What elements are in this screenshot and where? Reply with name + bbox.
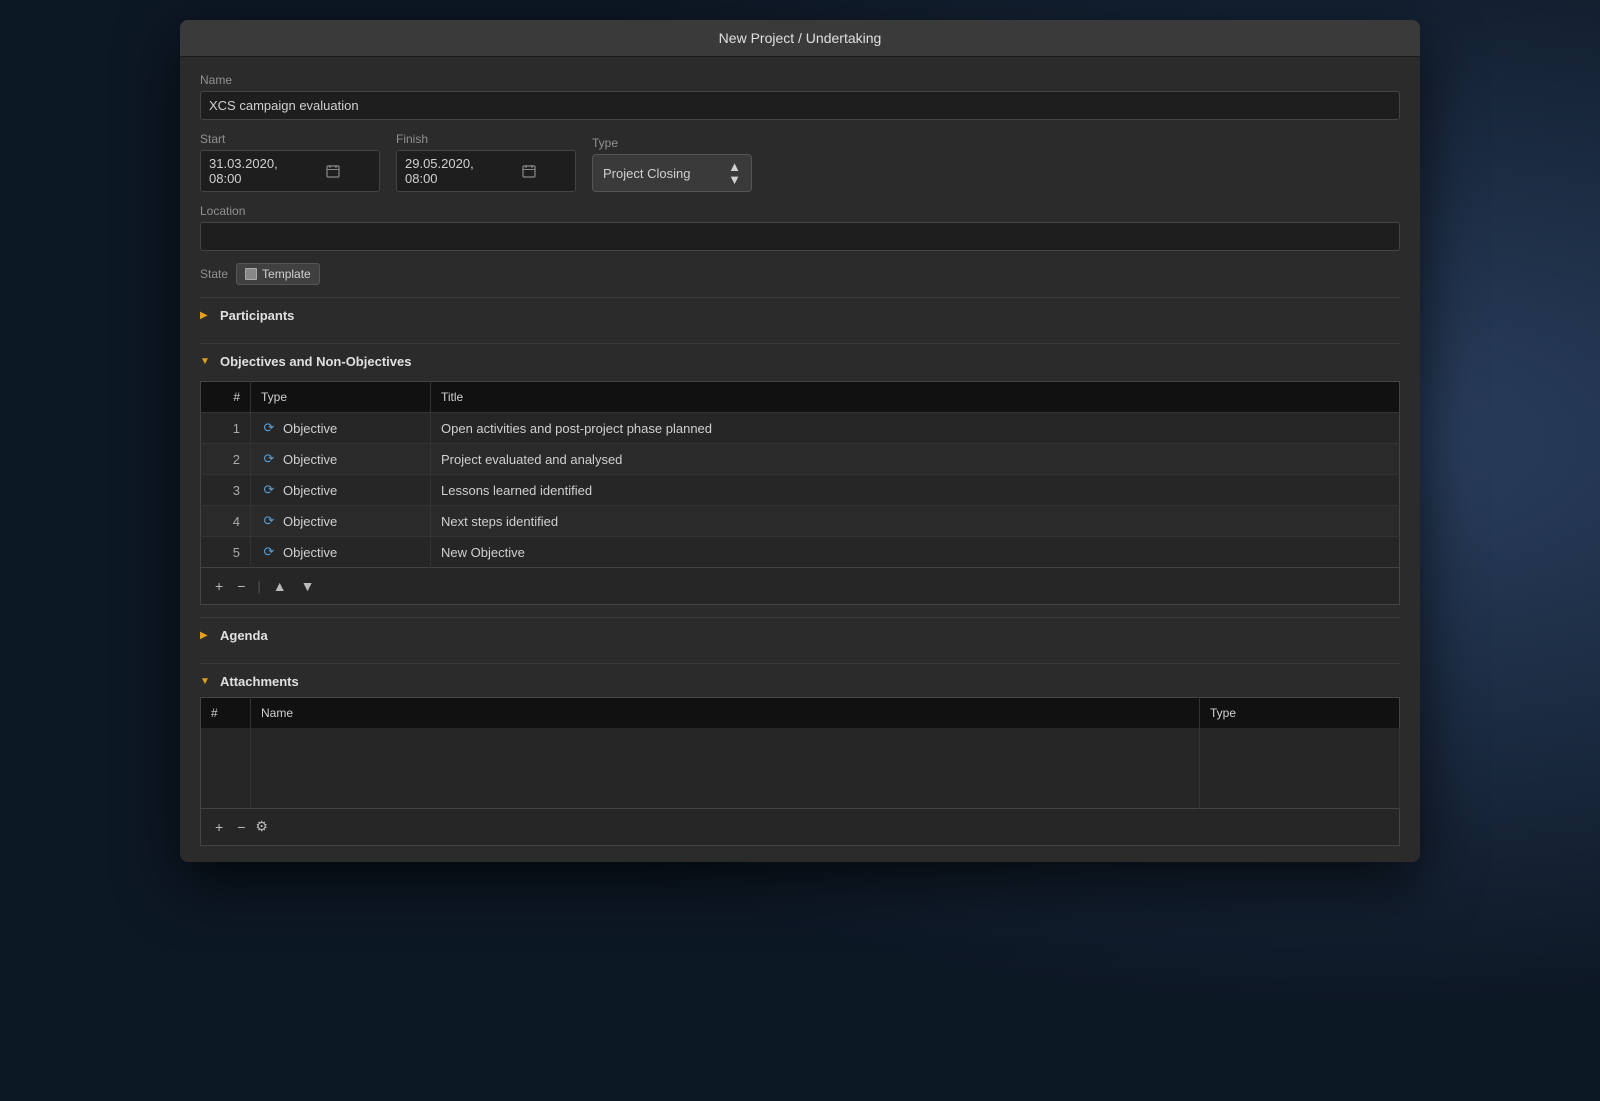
name-field-group: Name [200,73,1400,120]
objective-type: Objective [283,421,337,436]
objectives-toolbar-divider: | [257,579,260,594]
location-field-group: Location [200,204,1400,251]
finish-date-input[interactable]: 29.05.2020, 08:00 [396,150,576,192]
start-label: Start [200,132,380,146]
objectives-table: # Type Title 1 ⟳ Objective Open activiti… [200,381,1400,568]
objective-icon: ⟳ [261,544,277,560]
participants-arrow-icon: ▶ [200,310,212,321]
finish-calendar-icon[interactable] [490,163,567,179]
objective-type: Objective [283,514,337,529]
obj-col-type: Type [251,382,431,413]
attachments-section-header[interactable]: ▼ Attachments [200,663,1400,697]
finish-date-value: 29.05.2020, 08:00 [405,156,482,186]
main-window: New Project / Undertaking Name Start 31.… [180,20,1420,862]
obj-col-num: # [201,382,251,413]
table-row[interactable]: 4 ⟳ Objective Next steps identified [201,506,1400,537]
objective-icon: ⟳ [261,451,277,467]
start-field-group: Start 31.03.2020, 08:00 [200,132,380,192]
state-row: State Template [200,263,1400,285]
finish-field-group: Finish 29.05.2020, 08:00 [396,132,576,192]
table-row[interactable]: 5 ⟳ Objective New Objective [201,537,1400,568]
start-date-value: 31.03.2020, 08:00 [209,156,286,186]
participants-section-title: Participants [220,308,294,323]
objectives-arrow-icon: ▼ [200,356,212,367]
participants-section-header[interactable]: ▶ Participants [200,297,1400,331]
table-row [201,768,1400,808]
att-col-num: # [201,698,251,729]
obj-col-title: Title [431,382,1400,413]
state-icon [245,268,257,280]
objective-type: Objective [283,452,337,467]
objective-icon: ⟳ [261,513,277,529]
type-label: Type [592,136,752,150]
type-chevron-icon: ▲ ▼ [728,160,741,186]
name-label: Name [200,73,1400,87]
objective-type: Objective [283,545,337,560]
name-input[interactable] [200,91,1400,120]
window-title: New Project / Undertaking [719,30,882,46]
objectives-section-header[interactable]: ▼ Objectives and Non-Objectives [200,343,1400,377]
objectives-add-button[interactable]: + [211,576,227,596]
objectives-move-down-button[interactable]: ▼ [297,576,319,596]
location-input[interactable] [200,222,1400,251]
start-calendar-icon[interactable] [294,163,371,179]
attachments-settings-icon[interactable]: ⚙ [255,818,268,835]
attachments-arrow-icon: ▼ [200,676,212,687]
agenda-section-title: Agenda [220,628,268,643]
objectives-move-up-button[interactable]: ▲ [269,576,291,596]
objectives-section-title: Objectives and Non-Objectives [220,354,411,369]
att-col-type: Type [1200,698,1400,729]
objective-title: Next steps identified [431,506,1400,537]
attachments-toolbar: + − ⚙ [200,809,1400,846]
objectives-toolbar: + − | ▲ ▼ [200,568,1400,605]
objective-title: Lessons learned identified [431,475,1400,506]
attachments-remove-button[interactable]: − [233,817,249,837]
attachments-section-title: Attachments [220,674,299,689]
objective-icon: ⟳ [261,482,277,498]
attachments-add-button[interactable]: + [211,817,227,837]
window-titlebar: New Project / Undertaking [180,20,1420,57]
objective-type: Objective [283,483,337,498]
table-row [201,728,1400,768]
state-label: State [200,267,228,281]
date-type-row: Start 31.03.2020, 08:00 Finish [200,132,1400,192]
form-content: Name Start 31.03.2020, 08:00 [180,57,1420,862]
objective-title: New Objective [431,537,1400,568]
type-select[interactable]: Project Closing ▲ ▼ [592,154,752,192]
table-row[interactable]: 2 ⟳ Objective Project evaluated and anal… [201,444,1400,475]
finish-label: Finish [396,132,576,146]
att-col-name: Name [251,698,1200,729]
table-row[interactable]: 3 ⟳ Objective Lessons learned identified [201,475,1400,506]
objectives-remove-button[interactable]: − [233,576,249,596]
type-field-group: Type Project Closing ▲ ▼ [592,136,752,192]
agenda-arrow-icon: ▶ [200,630,212,641]
state-value: Template [262,267,311,281]
start-date-input[interactable]: 31.03.2020, 08:00 [200,150,380,192]
table-row[interactable]: 1 ⟳ Objective Open activities and post-p… [201,413,1400,444]
agenda-section-header[interactable]: ▶ Agenda [200,617,1400,651]
type-value: Project Closing [603,166,720,181]
objective-title: Open activities and post-project phase p… [431,413,1400,444]
attachments-table: # Name Type [200,697,1400,809]
state-badge[interactable]: Template [236,263,320,285]
objective-title: Project evaluated and analysed [431,444,1400,475]
location-label: Location [200,204,1400,218]
objective-icon: ⟳ [261,420,277,436]
